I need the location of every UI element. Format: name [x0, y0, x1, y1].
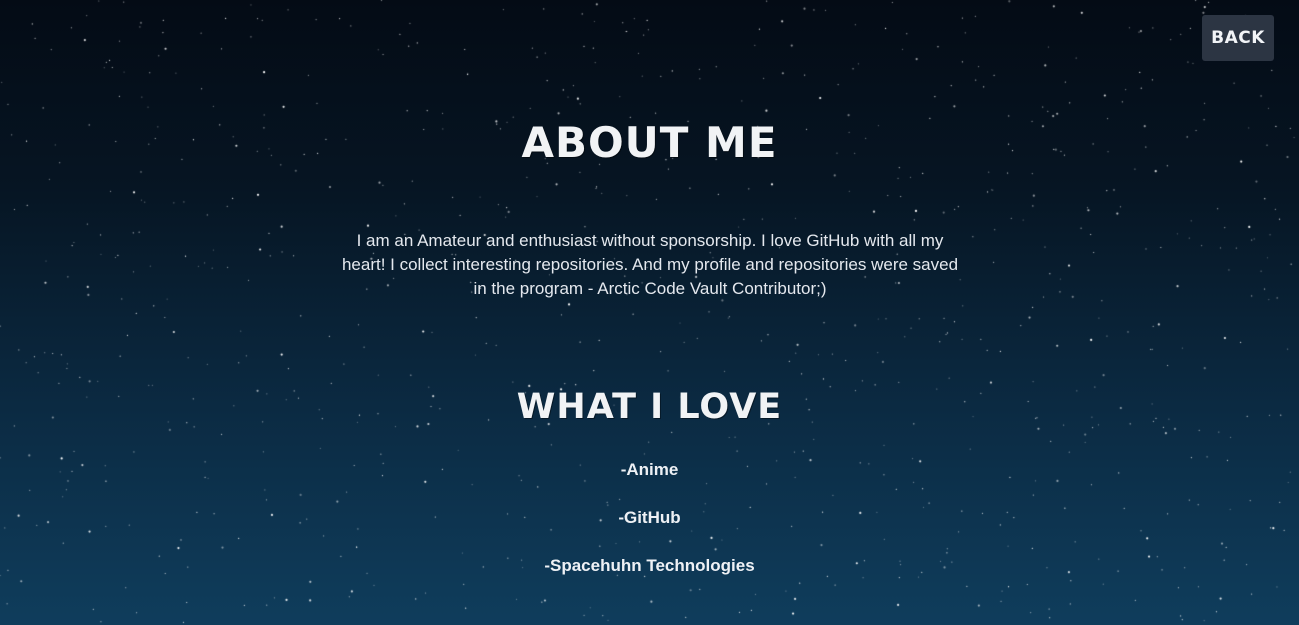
love-item-anime: -Anime [620, 460, 679, 479]
love-heading: WHAT I LOVE [516, 387, 783, 427]
back-button[interactable]: BACK [1202, 15, 1274, 61]
love-list: -Anime -GitHub -Spacehuhn Technologies [0, 457, 1299, 601]
about-description: I am an Amateur and enthusiast without s… [341, 231, 959, 298]
love-item-spacehuhn: -Spacehuhn Technologies [544, 556, 755, 575]
about-heading: ABOUT ME [521, 118, 778, 167]
love-item-github: -GitHub [618, 508, 681, 527]
